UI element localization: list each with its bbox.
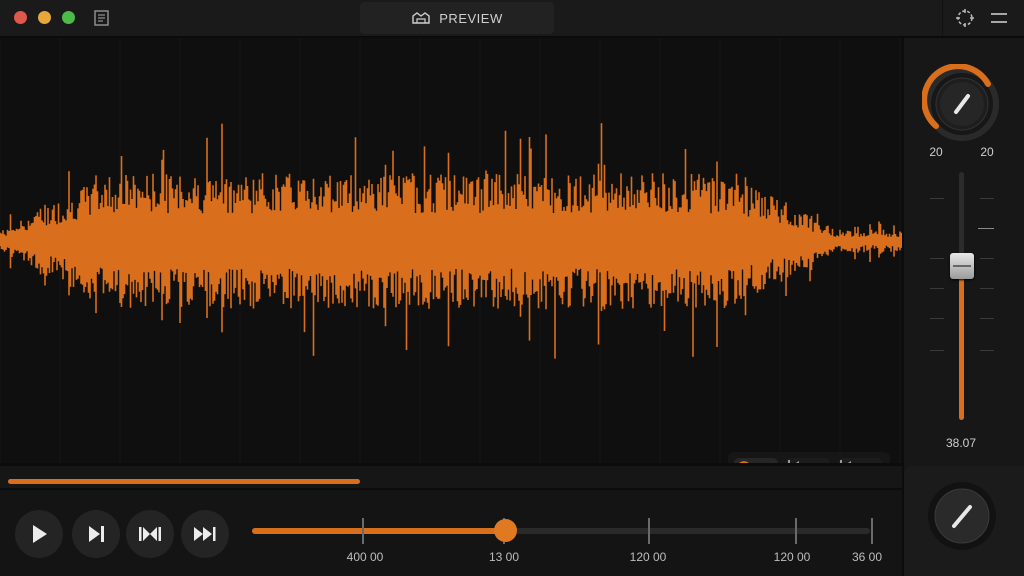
overview-progress[interactable] [8,479,360,484]
minimize-window-button[interactable] [38,11,51,24]
fader-scale-mark [930,318,944,319]
timeline-tick [795,518,797,544]
timeline-tick [362,518,364,544]
loop-icon [139,527,161,541]
timeline-label: 36 00 [851,550,883,564]
fader-scale-mark [930,258,944,259]
fader-scale-mark [930,288,944,289]
zoom-toolbar [728,452,890,463]
fader-level-fill [959,266,964,420]
window-title: PREVIEW [439,10,503,26]
fast-forward-icon [194,527,216,541]
fader-scale-mark [930,198,944,199]
zoom-icon [739,461,749,463]
title-bar: PREVIEW [0,0,1024,37]
timeline-label: 120 00 [773,550,811,564]
audio-app-window: PREVIEW 400 00 13 00 120 00 120 00 36 00… [0,0,1024,576]
next-track-button[interactable] [72,510,120,558]
loop-button[interactable] [126,510,174,558]
fader-handle[interactable] [950,253,974,280]
gain-knob[interactable] [922,64,1002,144]
waveform-panel[interactable] [0,38,902,463]
scrubber-fill [252,528,506,534]
fader-scale-mark [930,350,944,351]
overview-strip[interactable] [0,466,902,488]
skip-back-alt-icon [840,460,851,463]
document-icon[interactable] [92,9,112,27]
timeline-label: 400 00 [346,550,384,564]
fader-scale-mark [980,198,994,199]
play-button[interactable] [15,510,63,558]
timeline-tick [648,518,650,544]
fader-scale-mark [980,350,994,351]
waveform-center-band [0,238,902,244]
preview-icon [412,12,430,24]
timeline-label: 120 00 [629,550,667,564]
fader-value-readout: 38.07 [945,436,977,450]
fader-scale-mark [978,228,994,229]
output-knob[interactable] [926,480,998,552]
skip-back-icon [788,460,799,463]
skip-back-button[interactable] [786,458,830,463]
knob-min-label: 20 [929,145,943,159]
fast-forward-button[interactable] [181,510,229,558]
play-icon [33,525,47,543]
close-window-button[interactable] [14,11,27,24]
knob-max-label: 20 [980,145,994,159]
crosshair-icon[interactable] [954,8,976,28]
title-separator [942,0,943,36]
title-pill: PREVIEW [360,2,554,34]
timeline-tick [871,518,873,544]
next-track-icon [89,526,104,542]
fader-scale-mark [980,258,994,259]
fader-scale-mark [980,288,994,289]
maximize-window-button[interactable] [62,11,75,24]
timeline-label: 13 00 [488,550,520,564]
waveform-display[interactable] [0,38,902,463]
fader-scale-mark [980,318,994,319]
skip-back-alt-button[interactable] [838,458,882,463]
menu-icon[interactable] [988,8,1010,28]
zoom-button[interactable] [734,458,778,463]
